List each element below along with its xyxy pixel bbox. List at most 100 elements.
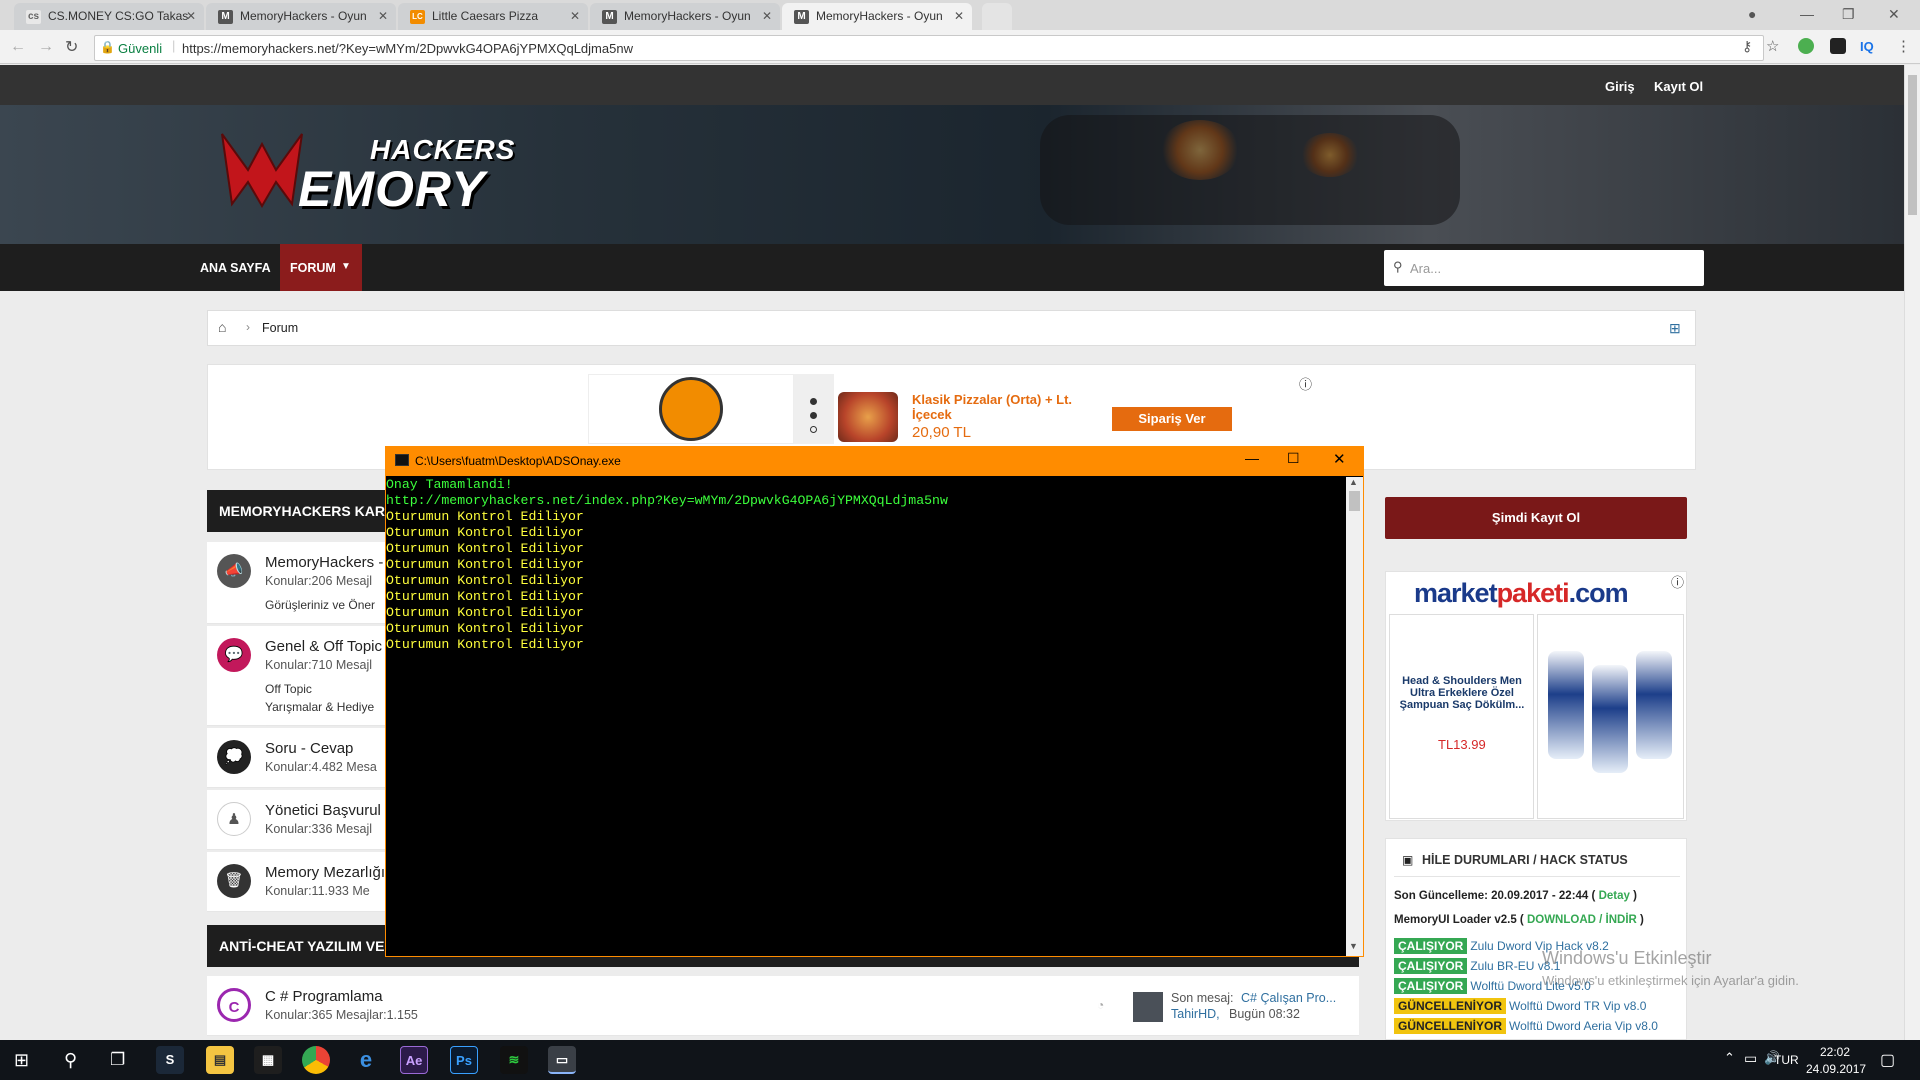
close-tab-icon[interactable]: ✕: [762, 9, 772, 23]
ad-brand-panel[interactable]: [588, 374, 794, 444]
forum-row[interactable]: C C # Programlama Konular:365 Mesajlar:1…: [207, 976, 1359, 1036]
home-icon[interactable]: ⌂: [218, 319, 226, 335]
scroll-up-icon[interactable]: ▲: [1349, 477, 1358, 487]
nav-home[interactable]: ANA SAYFA: [200, 261, 271, 275]
console-scrollbar[interactable]: ▲ ▼: [1346, 477, 1363, 956]
clock-date[interactable]: 24.09.2017: [1806, 1062, 1866, 1076]
browser-tab-4[interactable]: M MemoryHackers - Oyun ✕: [590, 3, 780, 30]
site-logo-emblem[interactable]: [218, 126, 306, 212]
forum-title[interactable]: Memory Mezarlığı: [265, 864, 385, 881]
subforum-link[interactable]: Görüşleriniz ve Öner: [265, 598, 375, 612]
clock-time[interactable]: 22:02: [1820, 1045, 1850, 1059]
console-output[interactable]: Onay Tamamlandi! http://memoryhackers.ne…: [386, 477, 1346, 677]
ad-info-icon[interactable]: ⓘ: [1671, 572, 1684, 591]
register-link[interactable]: Kayıt Ol: [1654, 79, 1703, 94]
subforum-link[interactable]: Yarışmalar & Hediye: [265, 700, 374, 714]
console-titlebar[interactable]: C:\Users\fuatm\Desktop\ADSOnay.exe — ☐ ✕: [385, 446, 1364, 476]
close-tab-icon[interactable]: ✕: [954, 9, 964, 23]
close-tab-icon[interactable]: ✕: [570, 9, 580, 23]
register-now-button[interactable]: Şimdi Kayıt Ol: [1385, 497, 1687, 539]
forward-icon[interactable]: →: [38, 38, 54, 56]
marketpaketi-logo[interactable]: marketpaketi.com: [1414, 578, 1629, 609]
hack-link[interactable]: Wolftü Dword Aeria Vip v8.0: [1509, 1019, 1658, 1033]
carousel-dot-icon[interactable]: [810, 426, 817, 433]
after-effects-icon[interactable]: Ae: [400, 1046, 428, 1074]
scrollbar-thumb[interactable]: [1349, 491, 1360, 511]
razer-icon[interactable]: ≋: [500, 1046, 528, 1074]
file-explorer-icon[interactable]: ▤: [206, 1046, 234, 1074]
order-button[interactable]: Sipariş Ver: [1112, 407, 1232, 431]
chrome-icon[interactable]: [302, 1046, 330, 1074]
chevron-up-icon[interactable]: ⌃: [1724, 1050, 1735, 1066]
menu-dots-icon[interactable]: ⋮: [1896, 37, 1911, 55]
carousel-dot-icon[interactable]: [810, 412, 817, 419]
ad-carousel-nav[interactable]: [794, 374, 834, 444]
ad-info-icon[interactable]: ⓘ: [1299, 374, 1312, 393]
scrollbar-thumb[interactable]: [1908, 75, 1917, 215]
ad-product-title[interactable]: Klasik Pizzalar (Orta) + Lt. İçecek: [912, 392, 1092, 422]
market-ad[interactable]: marketpaketi.com ⓘ Head & Shoulders Men …: [1385, 571, 1687, 821]
subforum-link[interactable]: Off Topic: [265, 682, 312, 696]
last-post-link[interactable]: C# Çalışan Pro...: [1241, 991, 1336, 1005]
steam-icon[interactable]: S: [156, 1046, 184, 1074]
browser-tab-3[interactable]: LC Little Caesars Pizza ✕: [398, 3, 588, 30]
url-text[interactable]: https://memoryhackers.net/?Key=wMYm/2Dpw…: [182, 41, 633, 56]
nav-forum-label[interactable]: FORUM: [290, 261, 336, 275]
pizza-image[interactable]: [838, 392, 898, 442]
photoshop-icon[interactable]: Ps: [450, 1046, 478, 1074]
detail-link[interactable]: Detay: [1599, 890, 1630, 902]
secure-label[interactable]: Güvenli: [118, 41, 162, 56]
browser-tab-5-active[interactable]: M MemoryHackers - Oyun ✕: [782, 3, 972, 30]
minimize-icon[interactable]: —: [1800, 6, 1814, 22]
extension-iq-icon[interactable]: IQ: [1860, 39, 1874, 54]
logo-text-memory[interactable]: EMORY: [298, 160, 485, 218]
back-icon[interactable]: ←: [10, 38, 26, 56]
notification-center-icon[interactable]: ▢: [1880, 1050, 1895, 1070]
lock-icon[interactable]: 🔒: [100, 40, 115, 54]
page-scrollbar[interactable]: [1904, 65, 1920, 1040]
product-image-card[interactable]: [1537, 614, 1684, 819]
forum-title[interactable]: Yönetici Başvurul: [265, 802, 381, 819]
restore-icon[interactable]: ❐: [1842, 6, 1855, 23]
new-tab-button[interactable]: [982, 3, 1012, 30]
network-icon[interactable]: ▭: [1744, 1050, 1757, 1067]
bookmark-star-icon[interactable]: ☆: [1766, 37, 1779, 55]
forum-title[interactable]: Genel & Off Topic: [265, 638, 382, 655]
task-view-icon[interactable]: ❐: [110, 1050, 125, 1070]
carousel-dot-icon[interactable]: [810, 398, 817, 405]
start-windows-icon[interactable]: ⊞: [14, 1050, 29, 1071]
avatar[interactable]: [1133, 992, 1163, 1022]
forum-title[interactable]: C # Programlama: [265, 988, 383, 1005]
maximize-icon[interactable]: ☐: [1287, 450, 1300, 467]
login-link[interactable]: Giriş: [1605, 79, 1635, 94]
sitemap-icon[interactable]: ⊞: [1669, 320, 1681, 337]
download-link[interactable]: DOWNLOAD / İNDİR: [1527, 914, 1637, 926]
forum-title[interactable]: MemoryHackers -: [265, 554, 383, 571]
forum-title[interactable]: Soru - Cevap: [265, 740, 353, 757]
extension-dark-icon[interactable]: [1830, 38, 1846, 54]
language-indicator[interactable]: TUR: [1774, 1053, 1799, 1067]
product-card[interactable]: Head & Shoulders Men Ultra Erkeklere Öze…: [1389, 614, 1534, 819]
minimize-icon[interactable]: —: [1245, 450, 1259, 466]
scroll-down-icon[interactable]: ▼: [1349, 941, 1358, 951]
close-icon[interactable]: ✕: [1333, 450, 1346, 468]
search-icon[interactable]: ⚲: [64, 1050, 77, 1071]
last-post-user[interactable]: TahirHD,: [1171, 1007, 1220, 1021]
close-tab-icon[interactable]: ✕: [378, 9, 388, 23]
edge-icon[interactable]: e: [352, 1046, 380, 1074]
store-icon[interactable]: ▦: [254, 1046, 282, 1074]
browser-tab-1[interactable]: cs CS.MONEY CS:GO Takas ✕: [14, 3, 204, 30]
hack-link[interactable]: Wolftü Dword TR Vip v8.0: [1509, 999, 1646, 1013]
close-window-icon[interactable]: ✕: [1888, 6, 1900, 23]
reload-icon[interactable]: ↻: [65, 37, 78, 57]
console-app-taskbar-icon[interactable]: ▭: [548, 1046, 576, 1074]
browser-tab-2[interactable]: M MemoryHackers - Oyun ✕: [206, 3, 396, 30]
product-title[interactable]: Head & Shoulders Men Ultra Erkeklere Öze…: [1396, 675, 1528, 711]
search-placeholder[interactable]: Ara...: [1410, 261, 1441, 276]
extension-green-icon[interactable]: [1798, 38, 1814, 54]
close-tab-icon[interactable]: ✕: [186, 9, 196, 23]
rss-icon[interactable]: ◔: [1097, 998, 1104, 1012]
profile-icon[interactable]: ●: [1748, 6, 1756, 22]
key-icon[interactable]: ⚷: [1742, 38, 1752, 55]
breadcrumb-forum[interactable]: Forum: [262, 321, 298, 335]
